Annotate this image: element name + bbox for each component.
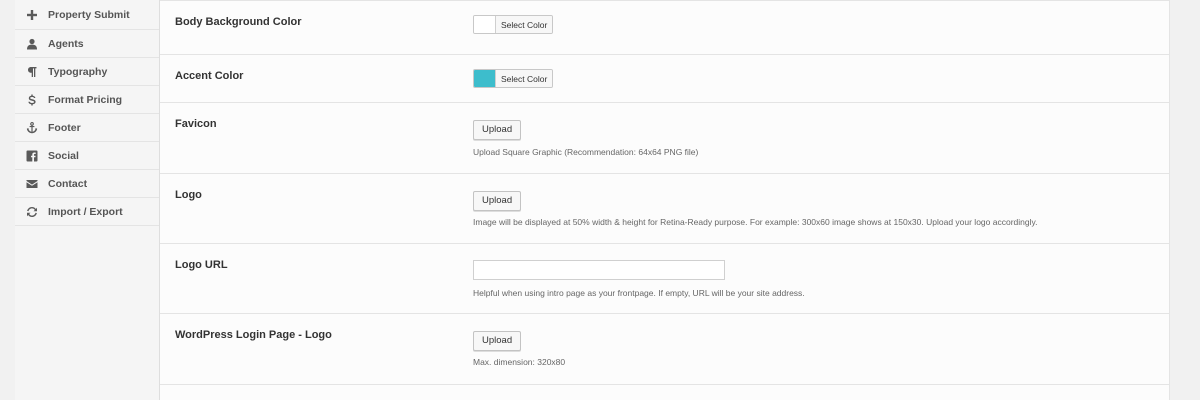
color-swatch[interactable] [474,16,496,33]
sidebar-item-label: Import / Export [48,205,123,218]
help-text: Image will be displayed at 50% width & h… [473,217,1038,227]
dollar-icon [25,93,39,107]
setting-label: Body Background Color [175,16,302,28]
sidebar-item-label: Contact [48,177,88,190]
setting-row-accent-color: Accent Color Select Color [160,54,1170,102]
help-text: Helpful when using intro page as your fr… [473,288,805,298]
setting-label: Accent Color [175,70,244,82]
setting-row-wp-login-logo: WordPress Login Page - Logo Upload Max. … [160,313,1170,384]
envelope-icon [25,177,39,191]
sidebar-item-label: Social [48,149,79,162]
plus-icon [25,8,39,22]
sidebar-item-label: Typography [48,65,108,78]
sidebar-item-property-submit[interactable]: Property Submit [15,0,159,30]
sidebar-item-agents[interactable]: Agents [15,30,159,58]
app-window: Property Submit Agents Typography Format… [0,0,1200,400]
sidebar: Property Submit Agents Typography Format… [15,0,160,400]
sidebar-item-label: Format Pricing [48,93,123,106]
body-background-color-picker[interactable]: Select Color [473,15,554,34]
logo-upload-button[interactable]: Upload [473,190,522,211]
setting-row-favicon: Favicon Upload Upload Square Graphic (Re… [160,102,1170,173]
setting-row-body-background-color: Body Background Color Select Color [160,0,1170,54]
setting-label: Favicon [175,118,217,130]
facebook-icon [25,149,39,163]
help-text: Max. dimension: 320x80 [473,357,566,367]
refresh-icon [25,205,39,219]
setting-row-logo-url: Logo URL Helpful when using intro page a… [160,243,1170,313]
sidebar-item-format-pricing[interactable]: Format Pricing [15,86,159,114]
accent-color-picker[interactable]: Select Color [473,69,554,88]
select-color-button[interactable]: Select Color [496,70,553,87]
setting-label: WordPress Login Page - Logo [175,329,332,341]
sidebar-item-contact[interactable]: Contact [15,170,159,198]
setting-row-logo: Logo Upload Image will be displayed at 5… [160,173,1170,243]
favicon-upload-button[interactable]: Upload [473,119,522,140]
wp-login-logo-upload-button[interactable]: Upload [473,330,522,351]
setting-label: Logo URL [175,259,228,271]
sidebar-item-social[interactable]: Social [15,142,159,170]
sidebar-item-footer[interactable]: Footer [15,114,159,142]
settings-panel: Body Background Color Select Color Accen… [160,0,1170,400]
sidebar-item-typography[interactable]: Typography [15,58,159,86]
color-swatch[interactable] [474,70,496,87]
sidebar-item-import-export[interactable]: Import / Export [15,198,159,226]
select-color-button[interactable]: Select Color [496,16,553,33]
sidebar-item-label: Agents [48,37,84,50]
anchor-icon [25,121,39,135]
sidebar-item-label: Footer [48,121,81,134]
setting-label: Logo [175,189,202,201]
pilcrow-icon [25,65,39,79]
help-text: Upload Square Graphic (Recommendation: 6… [473,147,699,157]
logo-url-input[interactable] [473,259,725,280]
setting-row-next [160,384,1170,400]
user-icon [25,37,39,51]
sidebar-item-label: Property Submit [48,8,130,21]
